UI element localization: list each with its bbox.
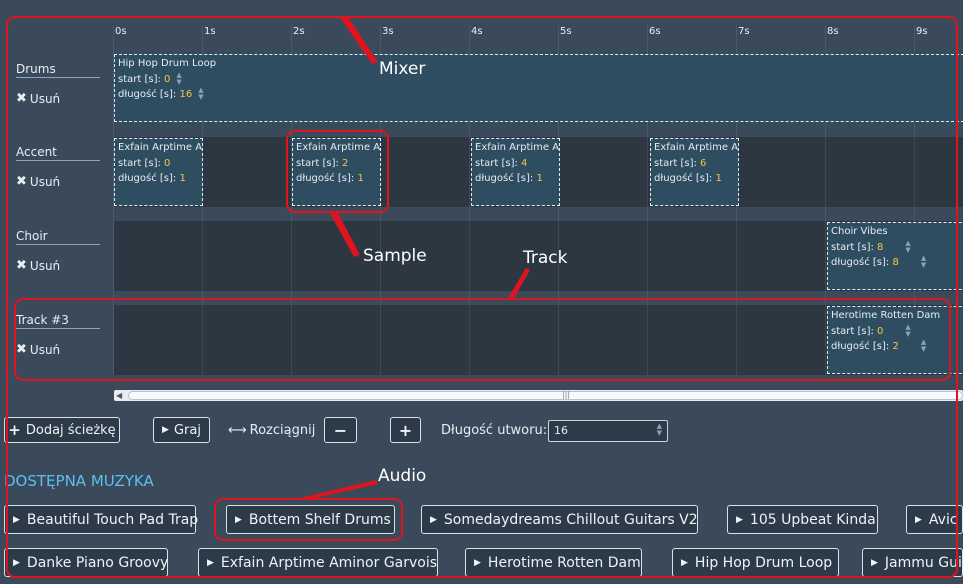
sample-annotation-label: Sample (363, 246, 427, 266)
audio-annotation-label: Audio (378, 466, 427, 486)
mixer-pointer (340, 17, 378, 64)
audio-pointer (300, 480, 378, 500)
annotation-pointers (300, 17, 530, 500)
track-pointer (508, 268, 530, 298)
mixer-annotation-label: Mixer (379, 59, 426, 79)
sample-pointer (330, 213, 360, 257)
track-annotation-label: Track (523, 248, 568, 268)
